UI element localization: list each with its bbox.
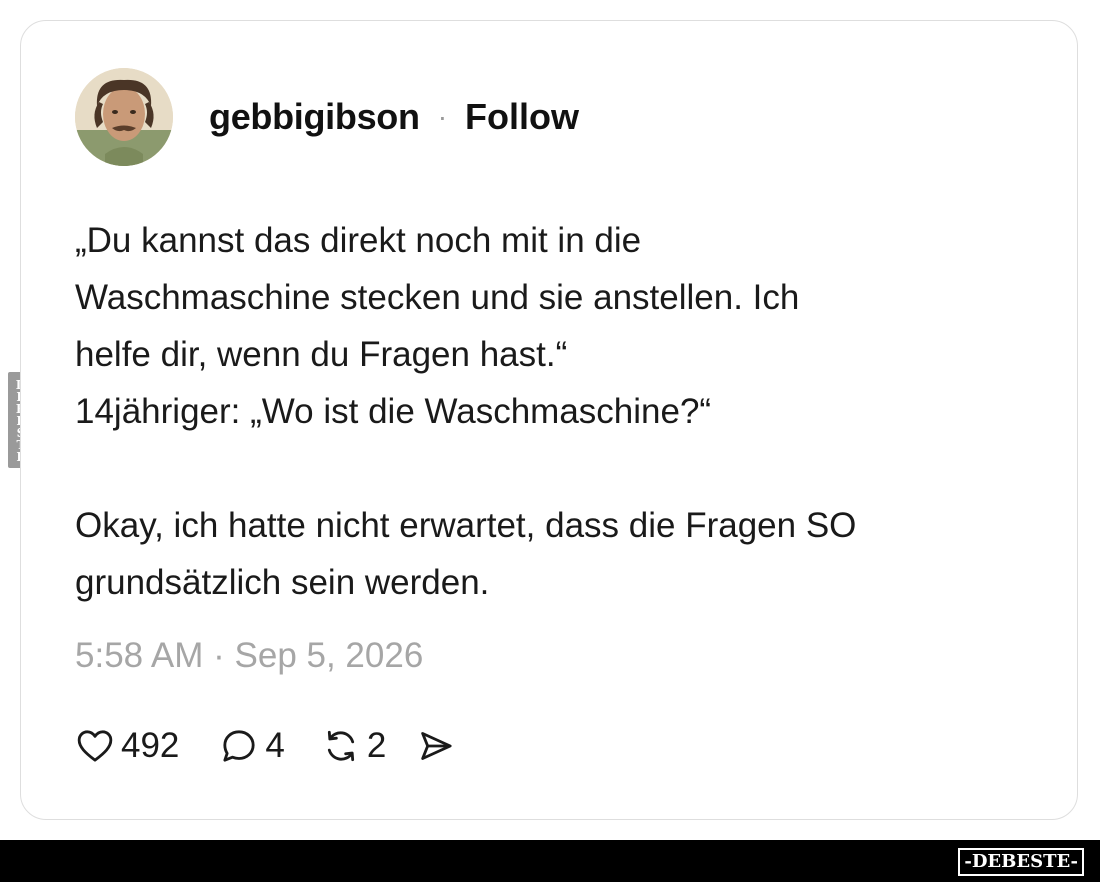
post-card: gebbigibson · Follow „Du kannst das dire… [20, 20, 1078, 820]
post-line: Okay, ich hatte nicht erwartet, dass die… [75, 506, 857, 545]
separator-dot: · [437, 101, 448, 132]
post-line: 14jähriger: „Wo ist die Waschmaschine?“ [75, 392, 712, 431]
post-text: „Du kannst das direkt noch mit in die Wa… [75, 212, 1005, 611]
speech-bubble-icon [223, 730, 255, 762]
footer-bar: -DEBESTE- [0, 840, 1100, 882]
page: DEBESTE gebbigibson · Follow [0, 0, 1100, 882]
repost-button[interactable]: 2 [321, 726, 386, 766]
debeste-logo: -DEBESTE- [958, 848, 1084, 876]
post-line: grundsätzlich sein werden. [75, 563, 490, 602]
post-line: „Du kannst das direkt noch mit in die [75, 221, 642, 260]
username[interactable]: gebbigibson [209, 96, 420, 138]
share-button[interactable] [416, 726, 456, 766]
reply-button[interactable]: 4 [219, 726, 285, 766]
like-button[interactable]: 492 [75, 726, 179, 766]
send-icon [421, 732, 452, 760]
action-bar: 492 4 2 [75, 721, 456, 771]
repost-arrows-icon [327, 730, 354, 762]
post-line: helfe dir, wenn du Fragen hast.“ [75, 335, 568, 374]
avatar-image [75, 68, 173, 166]
post-header: gebbigibson · Follow [75, 68, 579, 166]
avatar[interactable] [75, 68, 173, 166]
post-timestamp[interactable]: 5:58 AM · Sep 5, 2026 [75, 636, 423, 676]
heart-icon [77, 730, 113, 762]
follow-button[interactable]: Follow [465, 96, 579, 138]
post-line: Waschmaschine stecken und sie anstellen.… [75, 278, 800, 317]
reply-count: 4 [265, 726, 285, 765]
like-count: 492 [121, 726, 180, 765]
repost-count: 2 [366, 726, 387, 765]
